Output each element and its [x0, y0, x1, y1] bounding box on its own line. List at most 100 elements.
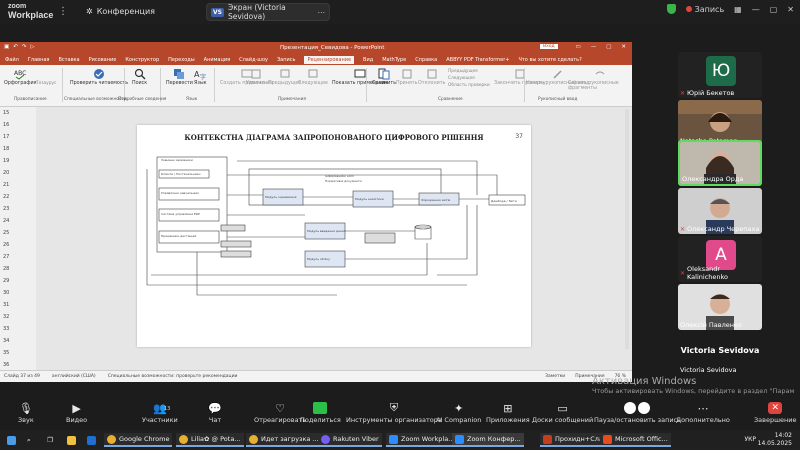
ai-companion-button[interactable]: ✦ AI Companion — [436, 402, 481, 425]
slide-thumbnail[interactable]: 35 — [0, 347, 36, 359]
participant-tile-active[interactable]: Олександра Орда — [678, 140, 762, 186]
slideshow-icon[interactable]: ▷ — [30, 44, 34, 50]
keyboard-language[interactable]: УКР — [744, 436, 756, 443]
more-icon[interactable]: ⋯ — [318, 8, 326, 17]
next-comment-button[interactable]: Следующее — [298, 68, 328, 86]
shield-icon[interactable] — [666, 4, 676, 14]
slide-thumbnail[interactable]: 30 — [0, 287, 36, 299]
slide-thumbnail[interactable]: 32 — [0, 311, 36, 323]
slide-thumbnail[interactable]: 17 — [0, 131, 36, 143]
minimize-icon[interactable]: — — [591, 44, 597, 50]
login-button[interactable]: Вход — [540, 44, 558, 49]
maximize-icon[interactable]: ▢ — [770, 5, 778, 14]
tab-review[interactable]: Рецензирование — [304, 55, 355, 64]
save-icon[interactable]: ▣ — [4, 44, 9, 50]
menu-icon[interactable]: ⋮ — [58, 6, 68, 17]
tab-record[interactable]: Запись — [277, 57, 295, 63]
notes-button[interactable]: Заметки — [545, 374, 565, 379]
spelling-button[interactable]: ABC Орфография — [4, 68, 36, 86]
system-clock[interactable]: 14:02 14.05.2025 — [758, 432, 792, 448]
tab-slideshow[interactable]: Слайд-шоу — [239, 57, 268, 63]
slide-thumbnail[interactable]: 26 — [0, 239, 36, 251]
start-button[interactable] — [4, 433, 19, 447]
video-button[interactable]: ▶ Видео — [66, 402, 87, 425]
reject-button[interactable]: Отклонить — [418, 68, 445, 86]
slide-thumbnail[interactable]: 23 — [0, 203, 36, 215]
participant-tile[interactable]: Ю ✕ Юрій Бекетов — [678, 52, 762, 98]
more-button[interactable]: ⋯ Дополнительно — [676, 402, 730, 425]
translate-button[interactable]: Перевести — [166, 68, 193, 86]
audio-button[interactable]: 🎙 Звук — [18, 402, 34, 425]
slide-thumbnail[interactable]: 18 — [0, 143, 36, 155]
prev-change-button[interactable]: Предыдущее — [448, 69, 478, 74]
participant-tile[interactable]: Олексій Павленко — [678, 284, 762, 330]
taskbar-item-active[interactable]: Zoom Конфер... — [452, 433, 524, 447]
ribbon-options-icon[interactable]: ▭ — [575, 44, 580, 50]
tab-insert[interactable]: Вставка — [58, 57, 79, 63]
prev-comment-button[interactable]: Предыдущее — [268, 68, 301, 86]
react-button[interactable]: ♡ Отреагировать — [254, 402, 306, 425]
close-icon[interactable]: ✕ — [621, 44, 626, 50]
whiteboards-button[interactable]: ▭ Доски сообщений — [532, 402, 593, 425]
apps-button[interactable]: ⊞ Приложения — [486, 402, 530, 425]
tab-draw[interactable]: Рисование — [89, 57, 117, 63]
slide-thumbnail[interactable]: 16 — [0, 119, 36, 131]
participant-tile[interactable]: ✕ Олександр Черепаха — [678, 188, 762, 234]
tab-home[interactable]: Главная — [28, 57, 50, 63]
language-button[interactable]: A字 Язык — [194, 68, 207, 86]
tab-abbyy[interactable]: ABBYY PDF Transformer+ — [446, 57, 509, 63]
taskbar-item[interactable]: Rakuten Viber — [318, 433, 382, 447]
grid-view-icon[interactable]: ▦ — [734, 5, 742, 14]
outlook-button[interactable] — [84, 433, 99, 447]
tab-view[interactable]: Вид — [363, 57, 373, 63]
slide-thumbnail[interactable]: 33 — [0, 323, 36, 335]
meeting-info[interactable]: ✲ Конференция — [86, 7, 155, 16]
current-slide[interactable]: КОНТЕКСТНА ДІАГРАМА ЗАПРОПОНОВАНОГО ЦИФР… — [137, 125, 531, 347]
tab-help[interactable]: Справка — [415, 57, 437, 63]
delete-comment-button[interactable]: Удалить — [246, 68, 267, 86]
taskbar-item[interactable]: Google Chrome — [104, 433, 173, 447]
task-view-button[interactable]: ❐ — [44, 433, 56, 447]
accessibility-status[interactable]: Специальные возможности: проверьте реком… — [108, 374, 238, 379]
check-accessibility-button[interactable]: Проверить читаемость — [70, 68, 128, 86]
share-button[interactable]: Поделиться — [300, 402, 341, 424]
tab-transitions[interactable]: Переходы — [168, 57, 195, 63]
slide-thumbnail[interactable]: 21 — [0, 179, 36, 191]
slide-thumbnail[interactable]: 29 — [0, 275, 36, 287]
slide-scrollbar[interactable] — [625, 109, 629, 349]
slide-thumbnail[interactable]: 19 — [0, 155, 36, 167]
tab-file[interactable]: Файл — [5, 57, 19, 63]
smart-lookup-button[interactable]: Поиск — [132, 68, 147, 86]
tell-me-search[interactable]: Что вы хотите сделать? — [518, 57, 581, 63]
record-indicator[interactable]: Запись — [685, 5, 724, 14]
undo-icon[interactable]: ↶ — [13, 44, 18, 50]
file-explorer-button[interactable] — [64, 433, 79, 447]
tab-animations[interactable]: Анимация — [204, 57, 230, 63]
accept-button[interactable]: Принять — [396, 68, 417, 86]
taskbar-item[interactable]: Lilia✿ @ Pota... — [176, 433, 244, 447]
slide-thumbnail[interactable]: 28 — [0, 263, 36, 275]
slide-thumbnail[interactable]: 22 — [0, 191, 36, 203]
next-change-button[interactable]: Следующее — [448, 76, 475, 81]
slide-thumbnail[interactable]: 24 — [0, 215, 36, 227]
participants-button[interactable]: 👥 13 Участники — [142, 402, 178, 425]
maximize-icon[interactable]: ▢ — [606, 44, 611, 50]
reviewing-pane-button[interactable]: Область проверки — [448, 83, 490, 88]
taskbar-item[interactable]: Zoom Workpla... — [386, 433, 458, 447]
slide-thumbnail[interactable]: 31 — [0, 299, 36, 311]
compare-button[interactable]: Сравнить — [372, 68, 396, 86]
tab-design[interactable]: Конструктор — [125, 57, 159, 63]
slide-thumbnail[interactable]: 34 — [0, 335, 36, 347]
taskbar-item[interactable]: Идет загрузка ... — [246, 433, 322, 447]
end-meeting-button[interactable]: ✕ Завершение — [754, 402, 797, 424]
chat-button[interactable]: 💬 Чат — [208, 402, 222, 425]
taskbar-item[interactable]: Microsoft Offic... — [600, 433, 671, 447]
slide-thumbnail[interactable]: 27 — [0, 251, 36, 263]
screen-share-indicator[interactable]: VS Экран (Victoria Sevidova) ⋯ — [206, 3, 330, 21]
thesaurus-button[interactable]: Тезаурус — [36, 81, 56, 86]
slide-thumbnail[interactable]: 25 — [0, 227, 36, 239]
slide-thumbnail[interactable]: 20 — [0, 167, 36, 179]
close-icon[interactable]: ✕ — [787, 5, 794, 14]
language-status[interactable]: английский (США) — [52, 374, 96, 379]
hide-ink-button[interactable]: Скрыть рукописные фрагменты — [568, 68, 632, 91]
